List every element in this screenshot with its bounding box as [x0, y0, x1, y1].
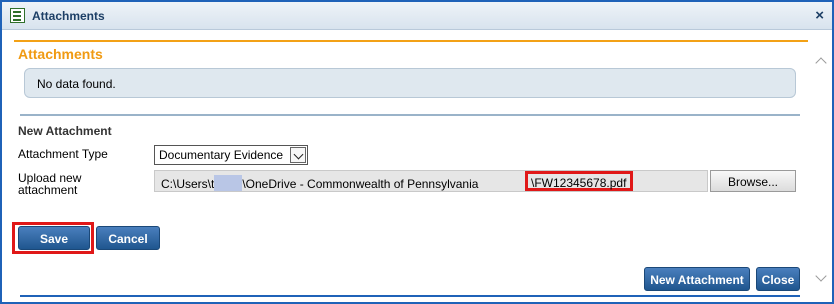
- close-button[interactable]: Close: [756, 267, 800, 291]
- browse-button[interactable]: Browse...: [710, 170, 796, 192]
- document-icon: [10, 8, 25, 23]
- empty-state-box: No data found.: [24, 68, 796, 98]
- file-path-prefix: C:\Users\t: [161, 177, 215, 191]
- new-attachment-heading: New Attachment: [18, 124, 112, 138]
- redaction-block: [214, 175, 243, 191]
- new-attachment-button[interactable]: New Attachment: [644, 267, 750, 291]
- dialog-content: Attachments No data found. New Attachmen…: [12, 40, 808, 300]
- attachment-type-label: Attachment Type: [18, 147, 108, 161]
- chevron-up-icon[interactable]: [815, 54, 827, 66]
- chevron-down-icon[interactable]: [815, 272, 827, 284]
- vertical-scrollbar[interactable]: [812, 42, 830, 298]
- file-path-field[interactable]: C:\Users\t \OneDrive - Commonwealth of Pe…: [154, 170, 708, 192]
- dialog-title: Attachments: [32, 9, 105, 23]
- dialog-titlebar: Attachments ×: [2, 2, 832, 30]
- attachments-dialog: Attachments × Attachments No data found.…: [0, 0, 834, 304]
- file-path-middle: \OneDrive - Commonwealth of Pennsylvania: [242, 177, 479, 191]
- empty-state-message: No data found.: [37, 77, 116, 91]
- divider: [20, 114, 800, 116]
- close-icon[interactable]: ×: [815, 7, 824, 24]
- chevron-down-icon[interactable]: [290, 147, 306, 163]
- attachment-type-select[interactable]: Documentary Evidence: [154, 145, 308, 165]
- save-button[interactable]: Save: [18, 226, 90, 250]
- attachment-type-value: Documentary Evidence: [159, 148, 284, 162]
- section-title: Attachments: [18, 46, 103, 62]
- bottom-divider: [20, 295, 800, 297]
- upload-label: Upload new attachment: [18, 171, 82, 197]
- cancel-button[interactable]: Cancel: [96, 226, 160, 250]
- file-name-highlight: \FW12345678.pdf: [525, 171, 634, 191]
